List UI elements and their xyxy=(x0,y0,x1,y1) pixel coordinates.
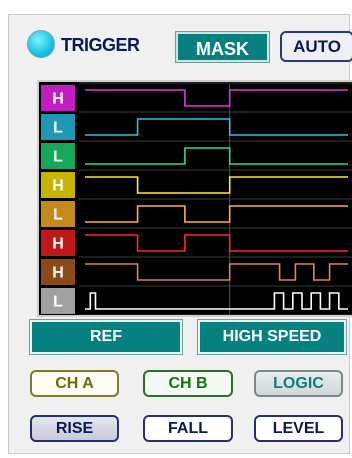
level-button[interactable]: LEVEL xyxy=(254,415,343,442)
channel-level-label: H xyxy=(52,236,64,253)
channel-level-label: H xyxy=(52,91,64,108)
channel-level-label: H xyxy=(52,265,64,282)
ch-a-button[interactable]: CH A xyxy=(30,370,119,397)
ref-button[interactable]: REF xyxy=(30,320,182,354)
channel-trace xyxy=(85,118,348,136)
channel-trace xyxy=(85,292,348,310)
channel-trace xyxy=(85,176,348,194)
waveform-canvas: HLLHLHHL xyxy=(41,82,352,315)
channel-trace xyxy=(85,234,348,252)
rise-button[interactable]: RISE xyxy=(30,415,119,442)
high-speed-button[interactable]: HIGH SPEED xyxy=(198,320,346,354)
channel-trace xyxy=(85,89,348,107)
channel-level-label: L xyxy=(53,149,63,166)
channel-level-label: L xyxy=(53,120,63,137)
logic-button[interactable]: LOGIC xyxy=(254,370,343,397)
mask-button[interactable]: MASK xyxy=(176,32,269,62)
channel-level-label: L xyxy=(53,294,63,311)
channel-trace xyxy=(85,263,348,281)
channel-level-label: L xyxy=(53,207,63,224)
channel-level-label: H xyxy=(52,178,64,195)
trigger-indicator-icon xyxy=(27,30,55,58)
fall-button[interactable]: FALL xyxy=(143,415,233,442)
channel-trace xyxy=(85,147,348,165)
trigger-label: TRIGGER xyxy=(61,35,140,55)
channel-trace xyxy=(85,205,348,223)
auto-button[interactable]: AUTO xyxy=(280,31,352,62)
logic-waveform-display: HLLHLHHL xyxy=(37,80,352,317)
ch-b-button[interactable]: CH B xyxy=(143,370,233,397)
